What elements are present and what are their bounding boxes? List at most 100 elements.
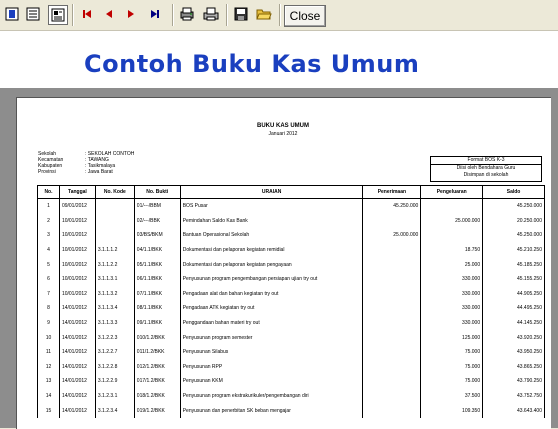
table-cell: 25.000.000 — [420, 213, 484, 229]
table-cell: 12 — [37, 359, 60, 375]
table-cell: 45.185.250 — [482, 257, 545, 272]
table-cell: 330.000 — [420, 286, 484, 302]
table-cell: Penyusunan Silabus — [179, 344, 364, 360]
table-cell: 75.000 — [420, 344, 484, 360]
table-cell: 14/01/2012 — [58, 403, 96, 418]
table-cell: 5 — [37, 257, 60, 272]
toolbar-separator — [172, 4, 174, 26]
table-header-row: No. Tanggal No. Kode No. Bukti URAIAN Pe… — [37, 185, 545, 199]
table-cell: Penyusunan dan penerbitan SK beban menga… — [179, 403, 364, 418]
table-cell: 04/1.1/BKK — [133, 242, 181, 258]
page-width-view-icon[interactable] — [24, 5, 42, 23]
table-cell — [362, 271, 422, 287]
table-cell: 44.905.250 — [482, 286, 545, 302]
table-cell: 45.210.250 — [482, 242, 545, 258]
table-row: 14 14/01/2012 3.1.2.3.1 018/1.2/BKK Penyusun… — [37, 388, 545, 404]
table-cell: 019/1.2/BKK — [133, 403, 181, 418]
column-header: Tanggal — [58, 185, 96, 199]
previous-page-icon[interactable] — [100, 5, 118, 23]
table-cell: 25.000.000 — [362, 228, 422, 243]
table-cell: 10/01/2012 — [58, 228, 96, 243]
table-cell: Penyusunan program ekstrakurikuler/penge… — [179, 388, 364, 404]
print-setup-icon[interactable] — [178, 5, 196, 23]
close-button[interactable]: Close — [284, 5, 326, 27]
table-cell: Dokumentasi dan pelaporan kegiatan penga… — [179, 257, 364, 272]
table-row: 13 14/01/2012 3.1.2.2.9 017/1.2/BKK Penyusun… — [37, 374, 545, 389]
table-cell: 43.950.250 — [482, 344, 545, 360]
table-row: 15 14/01/2012 3.1.2.3.4 019/1.2/BKK Penyusun… — [37, 403, 545, 418]
column-header: URAIAN — [179, 185, 364, 199]
printer-icon[interactable] — [202, 5, 220, 23]
table-cell — [362, 315, 422, 331]
save-icon[interactable] — [232, 5, 250, 23]
table-cell: 3.1.1.3.4 — [94, 301, 135, 316]
table-cell: 08/1.1/BKK — [133, 301, 181, 316]
table-cell: 14/01/2012 — [58, 344, 96, 360]
table-cell: 44.495.250 — [482, 301, 545, 316]
table-row: 6 10/01/2012 3.1.1.3.1 06/1.1/BKK Penyusunan… — [37, 271, 545, 287]
table-cell: 3.1.2.2.9 — [94, 374, 135, 389]
first-page-icon[interactable] — [78, 5, 96, 23]
next-page-icon[interactable] — [122, 5, 140, 23]
cash-book-table: No. Tanggal No. Kode No. Bukti URAIAN Pe… — [37, 185, 545, 418]
table-cell: 010/1.2/BKK — [133, 330, 181, 345]
table-cell: 10/01/2012 — [58, 286, 96, 302]
table-row: 8 14/01/2012 3.1.1.3.4 08/1.1/BKK Pengadaan … — [37, 301, 545, 316]
table-cell: Penyusunan program pengembangan persiapa… — [179, 271, 364, 287]
table-cell: 15 — [37, 403, 60, 418]
table-cell: 09/1.1/BKK — [133, 315, 181, 331]
report-title: BUKU KAS UMUM — [257, 123, 309, 129]
table-cell: 3.1.2.2.3 — [94, 330, 135, 345]
table-cell: Penyusunan program semester — [179, 330, 364, 345]
table-cell: 3.1.2.3.1 — [94, 388, 135, 404]
toolbar: Close — [0, 0, 558, 31]
responsibility-box: Diisi oleh Bendahara Guru Disimpan di se… — [430, 164, 542, 182]
table-cell: 07/1.1/BKK — [133, 286, 181, 302]
table-cell: 02/---/BBK — [133, 213, 181, 229]
last-page-icon[interactable] — [146, 5, 164, 23]
single-page-view-icon[interactable] — [3, 5, 21, 23]
toolbar-separator — [226, 4, 228, 26]
table-cell: 330.000 — [420, 301, 484, 316]
table-row: 9 14/01/2012 3.1.1.3.3 09/1.1/BKK Penggandaa… — [37, 315, 545, 331]
table-cell: 03/BS/BKM — [133, 228, 181, 243]
table-cell: 14/01/2012 — [58, 330, 96, 345]
table-cell: 018/1.2/BKK — [133, 388, 181, 404]
whole-page-view-icon[interactable] — [48, 5, 68, 25]
open-folder-icon[interactable] — [255, 5, 273, 23]
table-cell: 6 — [37, 271, 60, 287]
table-cell: 3 — [37, 228, 60, 243]
table-cell: 10/01/2012 — [58, 242, 96, 258]
column-header: Penerimaan — [362, 185, 422, 199]
table-cell — [420, 228, 484, 243]
table-cell — [94, 228, 135, 243]
table-cell: 012/1.2/BKK — [133, 359, 181, 375]
table-cell: 1 — [37, 198, 60, 214]
table-row: 5 10/01/2012 3.1.1.2.2 05/1.1/BKK Dokumentas… — [37, 257, 545, 272]
table-cell — [362, 388, 422, 404]
table-cell: 3.1.1.1.2 — [94, 242, 135, 258]
table-cell: 45.250.000 — [482, 228, 545, 243]
table-cell — [362, 213, 422, 229]
table-cell: 2 — [37, 213, 60, 229]
table-row: 2 10/01/2012 02/---/BBK Pemindahan Saldo Ka… — [37, 213, 545, 229]
toolbar-separator — [72, 4, 74, 26]
table-cell: 01/---/BBM — [133, 198, 181, 214]
table-cell: 330.000 — [420, 315, 484, 331]
table-cell — [362, 374, 422, 389]
toolbar-separator — [279, 4, 281, 26]
table-cell — [362, 257, 422, 272]
table-row: 3 10/01/2012 03/BS/BKM Bantuan Operasional … — [37, 228, 545, 243]
table-row: 12 14/01/2012 3.1.2.2.8 012/1.2/BKK Penyusun… — [37, 359, 545, 375]
table-cell: 25.000 — [420, 257, 484, 272]
table-cell: 017/1.2/BKK — [133, 374, 181, 389]
table-cell: Penyusunan KKM — [179, 374, 364, 389]
column-header: Saldo — [482, 185, 545, 199]
table-cell — [362, 403, 422, 418]
table-row: 7 10/01/2012 3.1.1.3.2 07/1.1/BKK Pengadaan … — [37, 286, 545, 302]
table-cell: 37.500 — [420, 388, 484, 404]
table-cell: 3.1.1.3.3 — [94, 315, 135, 331]
table-cell: 45.250.000 — [362, 198, 422, 214]
column-header: No. — [37, 185, 60, 199]
table-cell: 14 — [37, 388, 60, 404]
